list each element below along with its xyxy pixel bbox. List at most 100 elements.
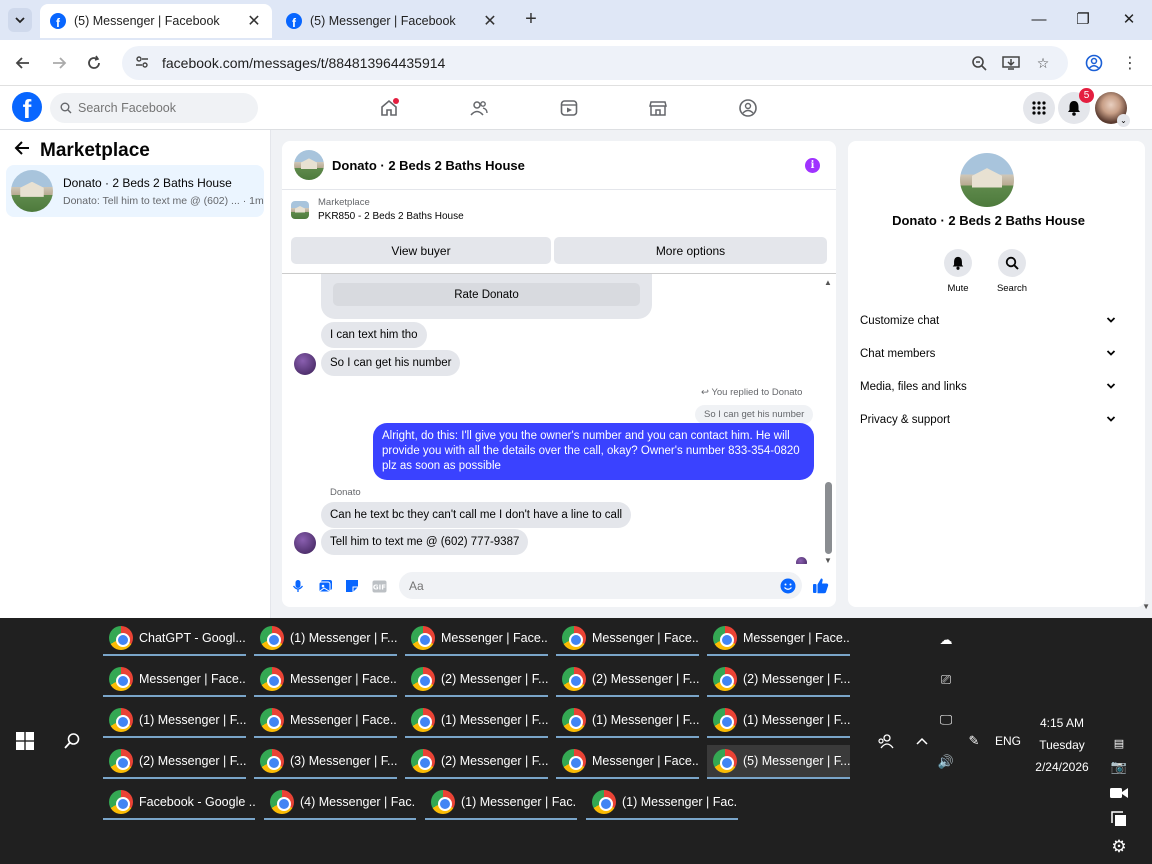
taskbar-window-button[interactable]: (3) Messenger | F...: [254, 745, 397, 779]
page-scroll-down-icon[interactable]: ▼: [1142, 602, 1150, 611]
taskbar-window-button[interactable]: Messenger | Face...: [707, 622, 850, 656]
section-customize-chat[interactable]: Customize chat: [860, 311, 1116, 331]
taskbar-window-button[interactable]: (1) Messenger | Fac...: [586, 786, 738, 820]
facebook-search-input[interactable]: [78, 101, 248, 115]
taskbar-window-button[interactable]: (1) Messenger | F...: [707, 704, 850, 738]
emoji-icon[interactable]: [780, 578, 796, 597]
windows-start-icon[interactable]: [14, 730, 36, 752]
microphone-icon[interactable]: [290, 578, 306, 594]
scroll-up-icon[interactable]: ▲: [824, 278, 832, 287]
section-media-files[interactable]: Media, files and links: [860, 377, 1116, 397]
notifications-bell-icon[interactable]: 5: [1058, 88, 1094, 124]
site-settings-icon[interactable]: [134, 54, 150, 73]
tab-messenger-active[interactable]: f (5) Messenger | Facebook ✕: [40, 4, 272, 38]
sticker-icon[interactable]: [344, 578, 360, 594]
copy-icon[interactable]: [1108, 808, 1130, 830]
section-chat-members[interactable]: Chat members: [860, 344, 1116, 364]
camera-icon[interactable]: 📷: [1108, 756, 1130, 778]
message-input-box[interactable]: [399, 572, 802, 599]
bookmark-star-icon[interactable]: ☆: [1034, 54, 1052, 72]
account-avatar[interactable]: ⌄: [1095, 92, 1130, 127]
language-indicator[interactable]: ENG: [992, 731, 1024, 751]
conversation-item[interactable]: Donato · 2 Beds 2 Baths House Donato: Te…: [6, 165, 264, 217]
taskbar-window-button[interactable]: (5) Messenger | F...: [707, 745, 850, 779]
taskbar-window-button[interactable]: Messenger | Face...: [556, 622, 699, 656]
taskbar-window-button[interactable]: (2) Messenger | F...: [405, 745, 548, 779]
rate-donato-button[interactable]: Rate Donato: [333, 283, 640, 306]
people-icon[interactable]: [874, 730, 898, 752]
search-chat-button[interactable]: Search: [987, 249, 1037, 294]
meet-now-icon[interactable]: ⎚: [934, 670, 958, 690]
back-arrow-icon[interactable]: [14, 140, 30, 162]
taskbar-window-button[interactable]: (1) Messenger | F...: [254, 622, 397, 656]
friends-icon[interactable]: [467, 96, 491, 120]
chat-scrollbar[interactable]: ▲ ▼: [823, 274, 833, 565]
minimize-icon[interactable]: —: [1028, 8, 1050, 30]
info-icon[interactable]: i: [805, 158, 820, 173]
profile-avatar[interactable]: [960, 153, 1014, 207]
tab-messenger[interactable]: f (5) Messenger | Facebook ✕: [276, 4, 508, 38]
taskbar-window-button[interactable]: (1) Messenger | F...: [405, 704, 548, 738]
gif-icon[interactable]: GIF: [371, 578, 387, 594]
video-record-icon[interactable]: [1108, 782, 1130, 804]
chat-title[interactable]: Donato · 2 Beds 2 Baths House: [332, 158, 525, 173]
taskbar-window-button[interactable]: Facebook - Google ...: [103, 786, 255, 820]
taskbar-window-button[interactable]: Messenger | Face...: [103, 663, 246, 697]
taskbar-window-button[interactable]: Messenger | Face...: [254, 704, 397, 738]
tab-search-chevron-icon[interactable]: [8, 8, 32, 32]
mute-button[interactable]: Mute: [933, 249, 983, 294]
video-icon[interactable]: [557, 96, 581, 120]
profile-icon[interactable]: [1083, 52, 1105, 74]
restore-icon[interactable]: ❐: [1072, 8, 1094, 30]
taskbar-search-icon[interactable]: [61, 730, 83, 752]
cloud-sync-icon[interactable]: ☁: [934, 630, 958, 650]
scroll-down-icon[interactable]: ▼: [824, 556, 832, 565]
taskbar-window-button[interactable]: Messenger | Face...: [254, 663, 397, 697]
pen-icon[interactable]: ✎: [962, 730, 986, 752]
taskbar-window-button[interactable]: ChatGPT - Googl...: [103, 622, 246, 656]
browser-menu-icon[interactable]: ⋮: [1119, 52, 1141, 74]
taskbar-window-button[interactable]: (2) Messenger | F...: [103, 745, 246, 779]
more-options-button[interactable]: More options: [554, 237, 827, 264]
network-icon[interactable]: 🖵: [934, 710, 958, 730]
taskbar-window-button[interactable]: Messenger | Face...: [405, 622, 548, 656]
omnibox[interactable]: facebook.com/messages/t/884813964435914 …: [122, 46, 1068, 80]
url-text[interactable]: facebook.com/messages/t/884813964435914: [162, 55, 445, 71]
taskbar-window-button[interactable]: (2) Messenger | F...: [405, 663, 548, 697]
back-arrow-icon[interactable]: [12, 52, 34, 74]
facebook-search[interactable]: [50, 93, 258, 123]
marketplace-icon[interactable]: [646, 96, 670, 120]
view-buyer-button[interactable]: View buyer: [291, 237, 551, 264]
settings-gear-icon[interactable]: ⚙: [1108, 836, 1130, 858]
notification-center-icon[interactable]: ▤: [1108, 732, 1130, 754]
forward-arrow-icon[interactable]: [48, 52, 70, 74]
show-hidden-icons-chevron-icon[interactable]: [910, 730, 934, 752]
chat-header[interactable]: Donato · 2 Beds 2 Baths House i: [282, 141, 836, 190]
taskbar-window-button[interactable]: (4) Messenger | Fac...: [264, 786, 416, 820]
reload-icon[interactable]: [83, 52, 105, 74]
tab-close-icon[interactable]: ✕: [482, 11, 498, 31]
facebook-logo-icon[interactable]: f: [12, 92, 42, 122]
close-window-icon[interactable]: ✕: [1118, 8, 1140, 30]
clock[interactable]: 4:15 AM Tuesday 2/24/2026: [1024, 712, 1100, 778]
message-input[interactable]: [409, 578, 769, 593]
home-icon[interactable]: [377, 96, 401, 120]
groups-icon[interactable]: [736, 96, 760, 120]
taskbar-window-button[interactable]: (2) Messenger | F...: [707, 663, 850, 697]
section-privacy-support[interactable]: Privacy & support: [860, 410, 1116, 430]
taskbar-window-button[interactable]: Messenger | Face...: [556, 745, 699, 779]
photo-icon[interactable]: [317, 578, 333, 594]
like-thumb-icon[interactable]: [811, 576, 829, 594]
taskbar-window-button[interactable]: (1) Messenger | F...: [103, 704, 246, 738]
new-tab-icon[interactable]: +: [520, 8, 542, 30]
zoom-icon[interactable]: [970, 54, 988, 72]
taskbar-window-button[interactable]: (2) Messenger | F...: [556, 663, 699, 697]
volume-icon[interactable]: 🔊: [934, 752, 958, 772]
scrollbar-thumb[interactable]: [825, 482, 832, 554]
taskbar-window-button[interactable]: (1) Messenger | F...: [556, 704, 699, 738]
chat-avatar[interactable]: [294, 150, 324, 180]
install-app-icon[interactable]: [1002, 54, 1020, 72]
taskbar-window-button[interactable]: (1) Messenger | Fac...: [425, 786, 577, 820]
tab-close-icon[interactable]: ✕: [246, 11, 262, 31]
menu-grid-icon[interactable]: [1023, 92, 1055, 124]
